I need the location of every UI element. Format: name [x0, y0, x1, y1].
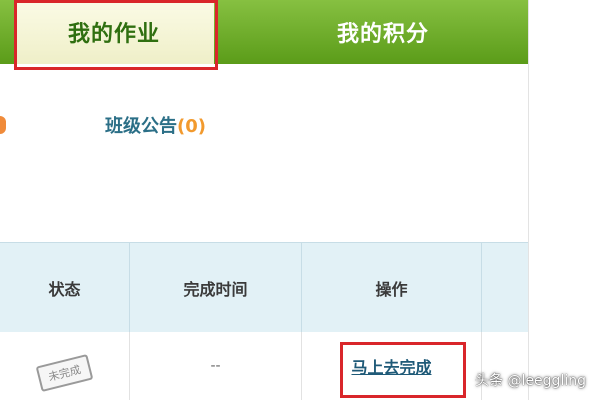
cell-completion-time: --: [130, 332, 302, 400]
header-action: 操作: [302, 243, 482, 333]
complete-now-link[interactable]: 马上去完成: [351, 354, 431, 378]
header-status: 状态: [0, 243, 130, 333]
table-row: 未完成 -- 马上去完成: [0, 332, 528, 400]
tab-my-points[interactable]: 我的积分: [278, 0, 488, 64]
right-gutter: [528, 0, 600, 400]
watermark-text: 头条 @leeggling: [475, 373, 586, 389]
class-announcement-label: 班级公告: [105, 116, 177, 137]
left-accent-marker: [0, 116, 6, 134]
table-header: 状态 完成时间 操作: [0, 242, 528, 334]
header-completion-time-label: 完成时间: [183, 280, 248, 299]
header-status-label: 状态: [48, 280, 81, 299]
header-completion-time: 完成时间: [130, 243, 302, 333]
completion-time-value: --: [210, 358, 221, 374]
tab-bar: 我的作业 我的积分: [0, 0, 528, 64]
header-action-label: 操作: [375, 280, 408, 299]
cell-status: 未完成: [0, 332, 130, 400]
class-announcement-link[interactable]: 班级公告(0): [105, 112, 206, 138]
tab-my-homework[interactable]: 我的作业: [14, 0, 214, 64]
homework-table: 状态 完成时间 操作 未完成 -- 马上去完成: [0, 242, 528, 400]
tab-my-homework-label: 我的作业: [67, 22, 160, 47]
cell-action: 马上去完成: [302, 332, 482, 400]
tab-my-points-label: 我的积分: [336, 22, 429, 47]
incomplete-stamp: 未完成: [35, 353, 94, 393]
class-announcement-count: (0): [177, 116, 206, 137]
